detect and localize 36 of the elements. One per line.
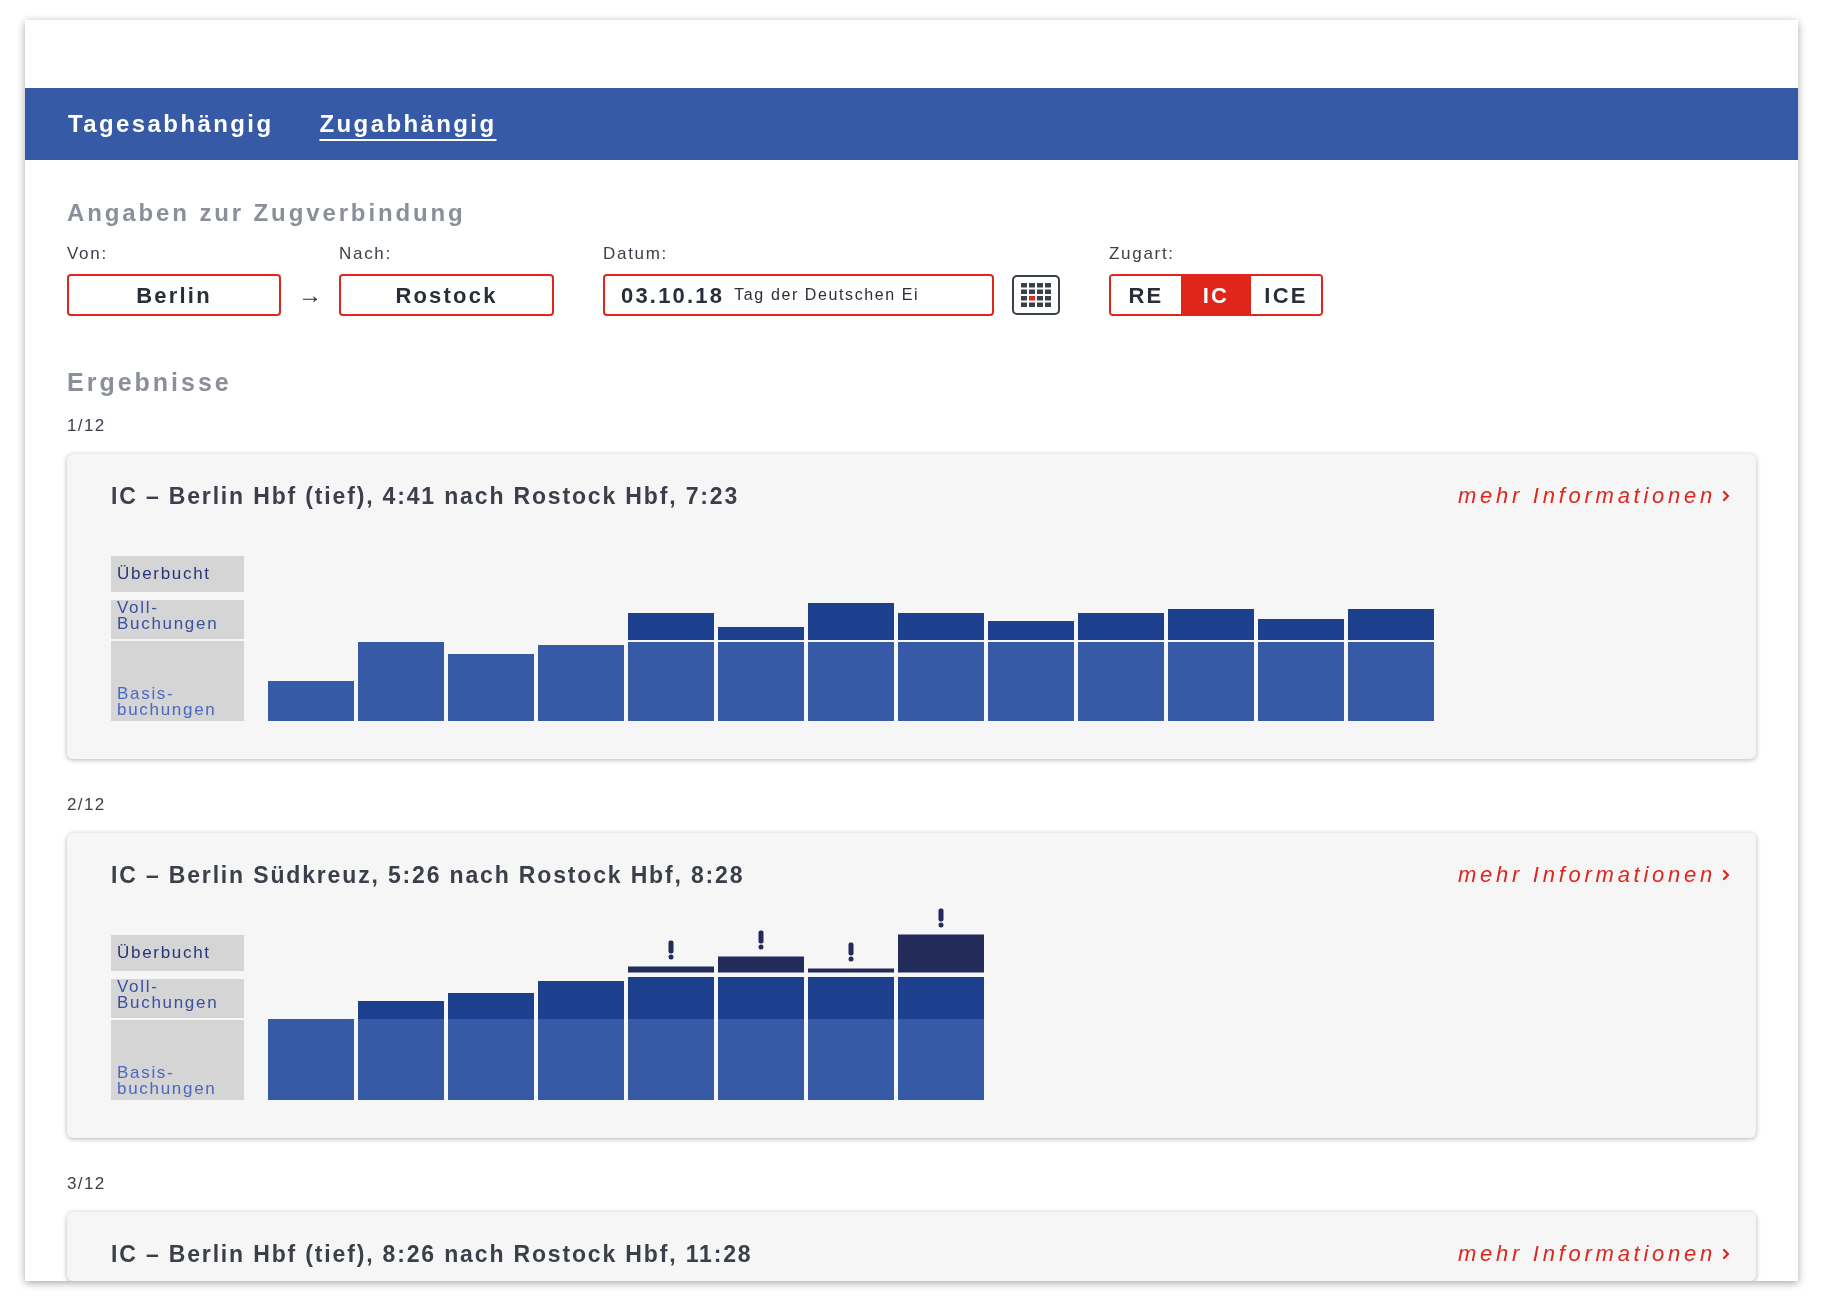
section-heading: Ergebnisse xyxy=(67,367,232,397)
calendar-grid-icon xyxy=(1021,283,1051,307)
result-position: 3/12 xyxy=(67,1173,106,1195)
connection-title: IC – Berlin Hbf (tief), 8:26 nach Rostock Hbf, 11:28 xyxy=(111,1240,753,1268)
field-label: Nach: xyxy=(339,243,393,265)
legend-label: Voll-Buchungen xyxy=(111,600,244,639)
legend-label: Basis-buchungen xyxy=(111,641,244,721)
connection-title: IC – Berlin Südkreuz, 5:26 nach Rostock Hbf, 8:28 xyxy=(111,861,745,889)
nav-tab[interactable]: Zugabhängig xyxy=(319,106,497,142)
exclamation-icon xyxy=(938,908,944,928)
field-label: Datum: xyxy=(603,243,669,265)
nav-tab[interactable]: Tagesabhängig xyxy=(68,106,274,142)
calendar-button[interactable] xyxy=(1012,275,1060,315)
result-position: 2/12 xyxy=(67,794,106,816)
field-label: Zugart: xyxy=(1109,243,1176,265)
holiday-name: Tag der Deutschen Ei xyxy=(734,285,920,305)
more-info-link[interactable]: mehr Informationen xyxy=(1457,482,1734,510)
more-info-link[interactable]: mehr Informationen xyxy=(1457,1240,1734,1268)
legend-label: Überbucht xyxy=(111,935,244,971)
section-heading: Angaben zur Zugverbindung xyxy=(67,198,466,228)
result-position: 1/12 xyxy=(67,415,106,437)
more-info-link[interactable]: mehr Informationen xyxy=(1457,861,1734,889)
field-label: Von: xyxy=(67,243,109,265)
date-field[interactable]: 03.10.18 Tag der Deutschen Ei xyxy=(603,274,994,316)
route-arrow: → xyxy=(298,280,322,310)
exclamation-icon xyxy=(668,940,674,960)
exclamation-icon xyxy=(848,942,854,962)
to-field[interactable]: Rostock xyxy=(339,274,554,316)
date-value: 03.10.18 xyxy=(621,281,725,310)
legend-label: Überbucht xyxy=(111,556,244,592)
train-type-option[interactable]: IC xyxy=(1181,276,1251,314)
legend-label: Basis-buchungen xyxy=(111,1020,244,1100)
from-field[interactable]: Berlin xyxy=(67,274,281,316)
connection-title: IC – Berlin Hbf (tief), 4:41 nach Rostock Hbf, 7:23 xyxy=(111,482,740,510)
legend-label: Voll-Buchungen xyxy=(111,979,244,1018)
exclamation-icon xyxy=(758,930,764,950)
